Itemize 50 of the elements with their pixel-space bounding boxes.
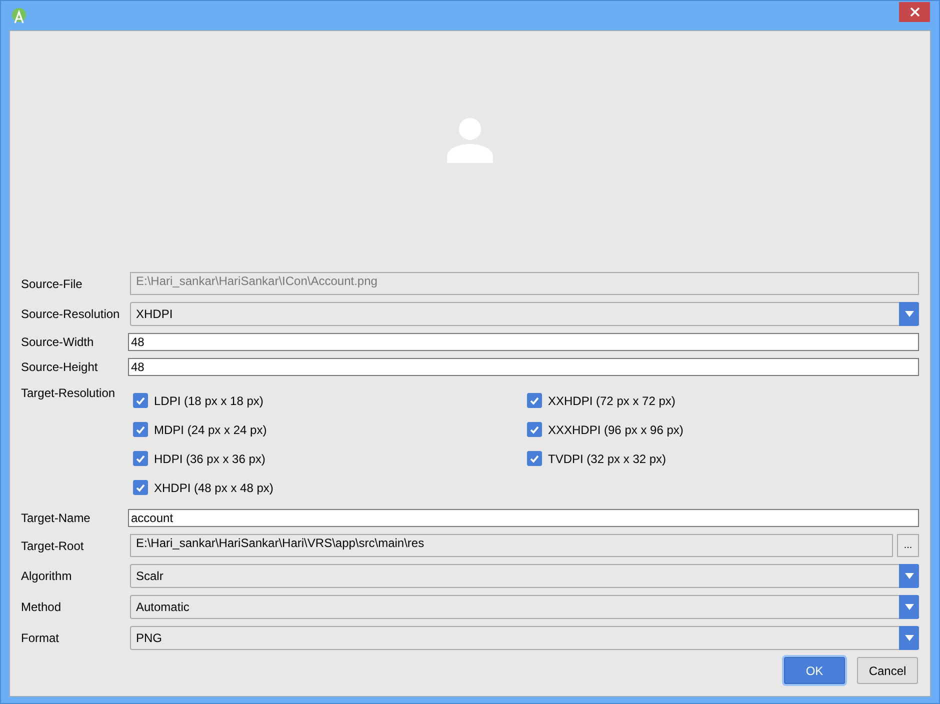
checkbox-label[interactable]: HDPI (36 px x 36 px) [154, 450, 266, 468]
field-label: Method [21, 599, 62, 616]
checkbox[interactable] [133, 451, 148, 466]
text-field[interactable]: 48 [128, 358, 919, 376]
checkbox[interactable] [527, 422, 542, 437]
checkbox-label[interactable]: XHDPI (48 px x 48 px) [154, 478, 274, 496]
close-icon [910, 6, 920, 16]
checkmark-icon [136, 396, 145, 404]
field-label: Target-Root [21, 538, 85, 554]
close-button[interactable] [899, 2, 930, 22]
checkbox[interactable] [527, 393, 542, 408]
checkbox-label[interactable]: MDPI (24 px x 24 px) [154, 420, 267, 438]
checkbox-label[interactable]: XXXHDPI (96 px x 96 px) [548, 420, 684, 438]
file-path-field: E:\Hari_sankar\HariSankar\ICon\Account.png [130, 272, 919, 295]
dropdown[interactable]: Scalr [130, 564, 919, 588]
dropdown[interactable]: Automatic [130, 595, 919, 619]
field-label: Target-Resolution [21, 385, 116, 402]
checkmark-icon [136, 426, 145, 434]
field-label: Algorithm [21, 568, 73, 585]
field-label: Format [21, 630, 60, 647]
dropdown-arrow-icon [904, 573, 914, 579]
checkmark-icon [136, 454, 145, 462]
field-label: Source-Width [21, 334, 95, 351]
checkbox-label[interactable]: XXHDPI (72 px x 72 px) [548, 392, 676, 410]
checkbox-label[interactable]: LDPI (18 px x 18 px) [154, 392, 264, 410]
checkmark-icon [136, 484, 145, 492]
dropdown-arrow-icon [904, 311, 914, 317]
checkbox[interactable] [527, 451, 542, 466]
dropdown[interactable]: XHDPI [130, 302, 919, 326]
checkbox[interactable] [133, 393, 148, 408]
checkbox[interactable] [133, 480, 148, 495]
field-label: Source-Resolution [21, 306, 121, 323]
field-label: Source-File [21, 276, 84, 292]
browse-button[interactable]: ... [897, 534, 919, 557]
text-field[interactable]: account [128, 509, 919, 527]
ok-button[interactable]: OK [784, 657, 845, 684]
cancel-button[interactable]: Cancel [857, 657, 918, 684]
checkmark-icon [530, 426, 539, 434]
checkbox-label[interactable]: TVDPI (32 px x 32 px) [548, 450, 666, 468]
checkbox[interactable] [133, 422, 148, 437]
android-logo-icon [11, 8, 27, 24]
dropdown[interactable]: PNG [130, 626, 919, 650]
checkmark-icon [530, 454, 539, 462]
dropdown-arrow-icon [904, 635, 914, 641]
text-field[interactable]: 48 [128, 333, 919, 351]
checkmark-icon [530, 396, 539, 404]
path-field[interactable]: E:\Hari_sankar\HariSankar\Hari\VRS\app\src\main\res [130, 534, 893, 557]
field-label: Source-Height [21, 359, 99, 376]
dropdown-arrow-icon [904, 604, 914, 610]
field-label: Target-Name [21, 510, 92, 527]
